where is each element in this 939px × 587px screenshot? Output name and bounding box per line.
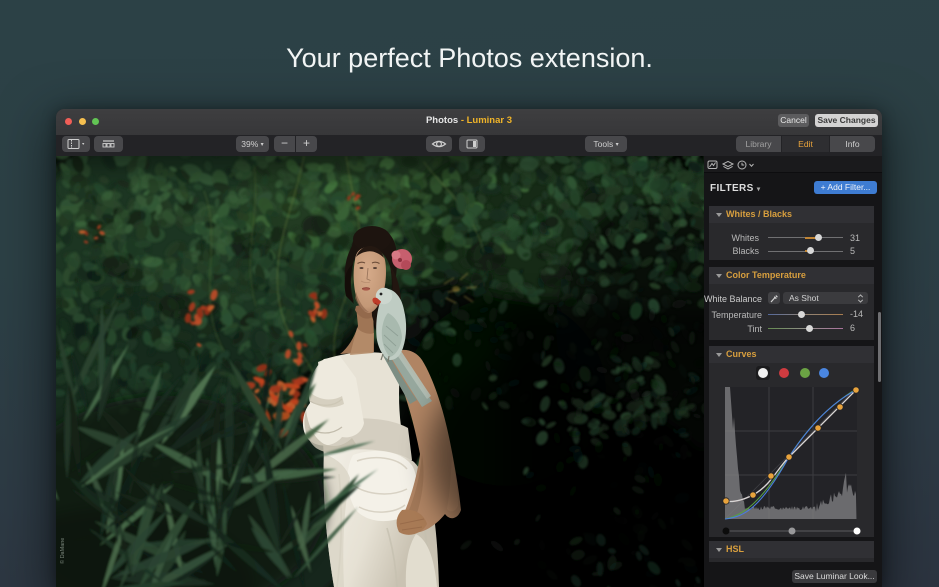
svg-text:© DaMane: © DaMane [59,538,66,564]
